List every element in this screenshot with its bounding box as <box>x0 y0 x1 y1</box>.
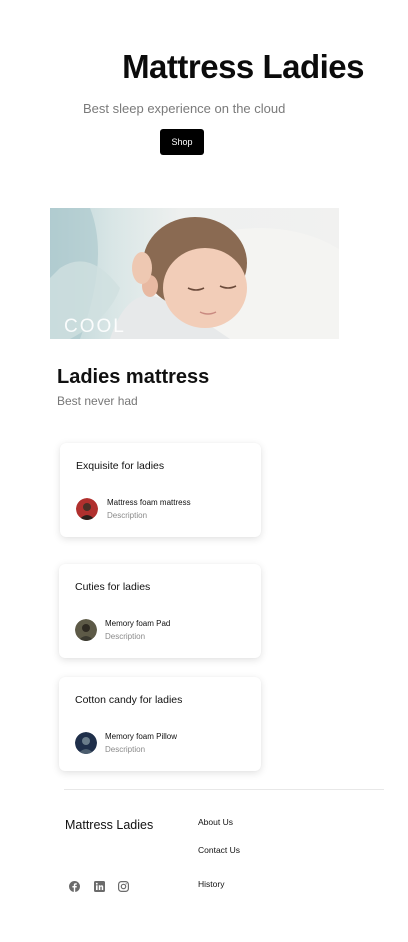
footer-link-about[interactable]: About Us <box>198 817 233 827</box>
footer-link-history[interactable]: History <box>198 879 224 889</box>
facebook-icon[interactable] <box>69 879 80 892</box>
section-subtitle: Best never had <box>57 394 138 408</box>
product-card[interactable]: Cuties for ladies Memory foam Pad Descri… <box>59 564 261 658</box>
footer-brand: Mattress Ladies <box>65 818 154 832</box>
avatar <box>75 732 97 754</box>
card-title: Cotton candy for ladies <box>75 694 183 706</box>
card-title: Exquisite for ladies <box>76 460 165 472</box>
footer-link-contact[interactable]: Contact Us <box>198 845 240 855</box>
item-description: Description <box>105 745 146 754</box>
product-card[interactable]: Exquisite for ladies Mattress foam mattr… <box>60 443 261 537</box>
item-name: Mattress foam mattress <box>107 498 191 507</box>
avatar <box>75 619 97 641</box>
item-name: Memory foam Pillow <box>105 732 178 741</box>
section-title: Ladies mattress <box>57 366 210 388</box>
card-title: Cuties for ladies <box>75 581 151 593</box>
banner-overlay-text: COOL <box>64 316 126 337</box>
instagram-icon[interactable] <box>118 879 130 893</box>
linkedin-icon[interactable] <box>94 879 105 892</box>
item-description: Description <box>105 632 146 641</box>
hero-subtitle: Best sleep experience on the cloud <box>83 101 286 116</box>
product-card[interactable]: Cotton candy for ladies Memory foam Pill… <box>59 677 261 771</box>
item-description: Description <box>107 511 148 520</box>
shop-button[interactable]: Shop <box>160 129 204 155</box>
page-title: Mattress Ladies <box>122 48 364 85</box>
avatar <box>76 498 98 520</box>
footer-divider <box>64 789 384 790</box>
item-name: Memory foam Pad <box>105 619 171 628</box>
